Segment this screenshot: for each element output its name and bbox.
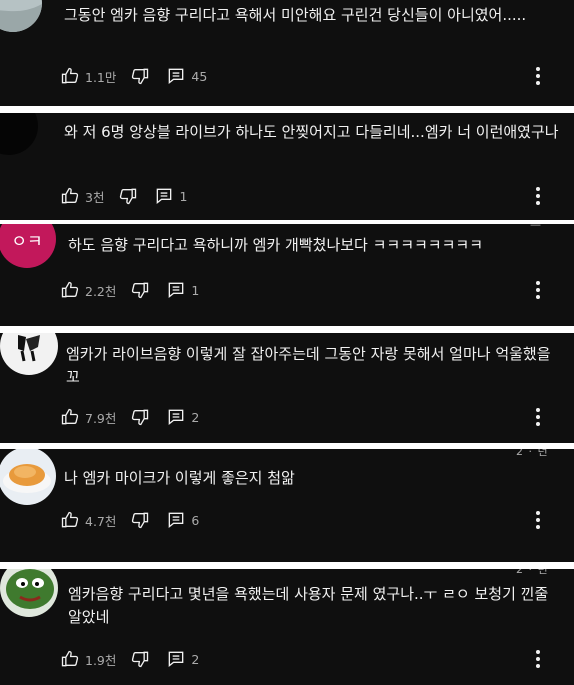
- more-options-button[interactable]: [528, 406, 548, 428]
- comment-card: 와 저 6명 앙상블 라이브가 하나도 안찢어지고 다들리네...엠카 너 이런…: [0, 113, 574, 220]
- like-count: 4.7천: [85, 513, 117, 529]
- reply-icon: [157, 188, 172, 205]
- reply-count: 6: [191, 512, 200, 528]
- comment-card: 엠카가 라이브음향 이렇게 잘 잡아주는데 그동안 자랑 못해서 얼마나 억울했…: [0, 333, 574, 443]
- reply-button[interactable]: 1: [166, 280, 199, 300]
- more-vert-icon: [536, 67, 540, 85]
- like-count: 7.9천: [85, 410, 117, 426]
- thumb-down-icon: [132, 651, 149, 668]
- more-options-button[interactable]: [528, 185, 548, 207]
- like-button[interactable]: [60, 66, 80, 86]
- comment-card: 그동안 엠카 음향 구리다고 욕해서 미안해요 구린건 당신들이 아니였어...…: [0, 0, 574, 106]
- dislike-button[interactable]: [130, 649, 150, 669]
- like-count: 1.9천: [85, 652, 117, 668]
- comment-text: 엠카음향 구리다고 몇년을 욕했는데 사용자 문제 였구나..ㅜ ㄹㅇ 보청기 …: [68, 585, 549, 626]
- like-count: 1.1만: [85, 69, 117, 85]
- reply-icon: [169, 651, 184, 668]
- more-vert-icon: [536, 408, 540, 426]
- comment-text: 엠카가 라이브음향 이렇게 잘 잡아주는데 그동안 자랑 못해서 얼마나 억울했…: [66, 345, 551, 386]
- more-vert-icon: [536, 511, 540, 529]
- dislike-button[interactable]: [118, 186, 138, 206]
- thumb-down-icon: [132, 409, 149, 426]
- more-vert-icon: [536, 187, 540, 205]
- reply-count: 1: [191, 282, 200, 298]
- more-options-button[interactable]: [528, 65, 548, 87]
- like-button[interactable]: [60, 280, 80, 300]
- more-vert-icon: [536, 650, 540, 668]
- timestamp-peek: —: [530, 224, 542, 231]
- dislike-button[interactable]: [130, 407, 150, 427]
- like-button[interactable]: [60, 649, 80, 669]
- comment-text: 하도 음향 구리다고 욕하니까 엠카 개빡쳤나보다 ㅋㅋㅋㅋㅋㅋㅋㅋ: [68, 236, 484, 254]
- more-vert-icon: [536, 281, 540, 299]
- more-options-button[interactable]: [528, 648, 548, 670]
- reply-button[interactable]: 6: [166, 510, 199, 530]
- reply-icon: [169, 282, 184, 299]
- comment-actions: 7.9천 2: [60, 406, 199, 428]
- thumb-down-icon: [132, 68, 149, 85]
- thumb-up-icon: [61, 650, 79, 667]
- avatar[interactable]: ㅇㅋ: [0, 224, 56, 268]
- thumb-up-icon: [61, 187, 79, 204]
- comment-card: ㅇㅋ — 하도 음향 구리다고 욕하니까 엠카 개빡쳤나보다 ㅋㅋㅋㅋㅋㅋㅋㅋ …: [0, 224, 574, 326]
- like-count: 2.2천: [85, 283, 117, 299]
- thumb-up-icon: [61, 281, 79, 298]
- comment-actions: 1.9천 2: [60, 648, 199, 670]
- avatar[interactable]: [0, 113, 38, 155]
- reply-count: 1: [179, 188, 188, 204]
- reply-icon: [169, 68, 184, 85]
- like-button[interactable]: [60, 186, 80, 206]
- reply-button[interactable]: 45: [166, 66, 207, 86]
- timestamp-peek: 2 · 년: [516, 569, 549, 576]
- like-count: 3천: [85, 189, 105, 205]
- thumb-up-icon: [61, 408, 79, 425]
- reply-count: 45: [191, 68, 208, 84]
- more-options-button[interactable]: [528, 279, 548, 301]
- thumb-down-icon: [132, 512, 149, 529]
- comment-text: 그동안 엠카 음향 구리다고 욕해서 미안해요 구린건 당신들이 아니였어...…: [64, 6, 527, 24]
- avatar[interactable]: [0, 569, 58, 617]
- comment-card: 2 · 년 나 엠카 마이크가 이렇게 좋은지 첨앎 4.7천 6: [0, 449, 574, 562]
- thumb-up-icon: [61, 67, 79, 84]
- dislike-button[interactable]: [130, 66, 150, 86]
- like-button[interactable]: [60, 407, 80, 427]
- reply-icon: [169, 409, 184, 426]
- comment-actions: 3천 1: [60, 185, 187, 207]
- reply-count: 2: [191, 651, 200, 667]
- timestamp-peek: 2 · 년: [516, 449, 549, 458]
- comment-card: 2 · 년 엠카음향 구리다고 몇년을 욕했는데 사용자 문제 였구나..ㅜ ㄹ…: [0, 569, 574, 685]
- thumb-down-icon: [132, 282, 149, 299]
- comment-text: 와 저 6명 앙상블 라이브가 하나도 안찢어지고 다들리네...엠카 너 이런…: [64, 123, 559, 141]
- reply-count: 2: [191, 409, 200, 425]
- avatar[interactable]: [0, 0, 42, 32]
- reply-button[interactable]: 2: [166, 649, 199, 669]
- avatar-initials: ㅇㅋ: [11, 232, 42, 252]
- dislike-button[interactable]: [130, 510, 150, 530]
- thumb-up-icon: [61, 511, 79, 528]
- comment-actions: 1.1만 45: [60, 65, 207, 87]
- dislike-button[interactable]: [130, 280, 150, 300]
- like-button[interactable]: [60, 510, 80, 530]
- reply-button[interactable]: 2: [166, 407, 199, 427]
- comment-actions: 4.7천 6: [60, 509, 199, 531]
- avatar[interactable]: [0, 333, 58, 375]
- avatar[interactable]: [0, 449, 56, 505]
- reply-icon: [169, 512, 184, 529]
- comment-actions: 2.2천 1: [60, 279, 199, 301]
- reply-button[interactable]: 1: [154, 186, 187, 206]
- thumb-down-icon: [120, 188, 137, 205]
- comment-text: 나 엠카 마이크가 이렇게 좋은지 첨앎: [64, 469, 295, 487]
- more-options-button[interactable]: [528, 509, 548, 531]
